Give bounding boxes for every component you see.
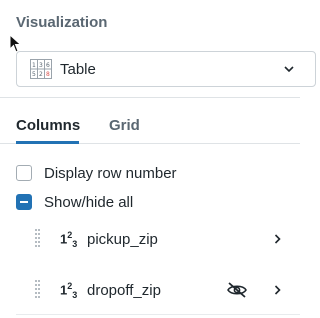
table-icon: 1 3 6 5 2 8 [30, 59, 52, 79]
svg-text:1: 1 [32, 62, 36, 69]
section-label: Visualization [16, 14, 108, 31]
svg-text:8: 8 [46, 71, 50, 78]
number-type-icon: 123 [60, 230, 78, 249]
svg-text:3: 3 [39, 62, 43, 69]
chevron-right-icon[interactable] [273, 285, 282, 295]
active-tab-indicator [16, 141, 79, 144]
chevron-down-icon[interactable] [283, 63, 295, 75]
number-type-icon: 123 [60, 281, 78, 300]
show-hide-all-label: Show/hide all [44, 194, 134, 211]
divider [0, 97, 300, 98]
show-hide-all-checkbox[interactable] [16, 194, 32, 210]
tab-grid[interactable]: Grid [109, 117, 140, 134]
visualization-type-value: Table [60, 61, 96, 78]
column-name: pickup_zip [87, 231, 158, 248]
column-name: dropoff_zip [87, 282, 161, 299]
visualization-type-select[interactable]: 1 3 6 5 2 8 Table [16, 51, 316, 87]
svg-text:6: 6 [46, 62, 50, 69]
tab-columns[interactable]: Columns [16, 117, 80, 134]
drag-handle-icon[interactable] [35, 229, 40, 249]
svg-text:2: 2 [39, 71, 43, 78]
display-row-number-label: Display row number [44, 165, 177, 182]
row-divider [16, 314, 300, 315]
eye-hidden-icon[interactable] [226, 281, 248, 299]
display-row-number-checkbox[interactable] [16, 165, 32, 181]
svg-text:5: 5 [32, 71, 36, 78]
chevron-right-icon[interactable] [273, 234, 282, 244]
drag-handle-icon[interactable] [35, 280, 40, 300]
